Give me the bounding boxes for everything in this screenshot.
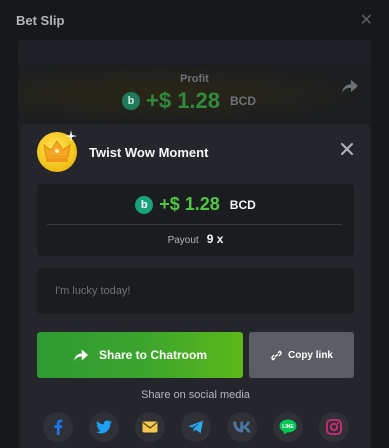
profit-row: b +$ 1.28 BCD <box>122 88 256 114</box>
share-twitter-button[interactable] <box>89 412 119 442</box>
copy-link-button[interactable]: Copy link <box>249 332 354 378</box>
svg-text:LINE: LINE <box>282 424 294 430</box>
copy-link-label: Copy link <box>287 349 333 361</box>
share-arrow-icon <box>73 349 88 362</box>
modal-header: Twist Wow Moment <box>37 130 208 174</box>
bet-slip-title: Bet Slip <box>16 12 65 28</box>
amount-row: b +$ 1.28 BCD <box>37 194 354 215</box>
win-amount: +$ 1.28 <box>159 194 220 214</box>
bcd-coin-icon: b <box>135 195 154 214</box>
share-message-input[interactable] <box>37 268 354 314</box>
share-arrow-icon[interactable] <box>341 78 359 94</box>
instagram-icon <box>326 419 342 435</box>
social-share-row: LINE <box>43 412 349 442</box>
link-icon <box>271 350 282 360</box>
profit-currency: BCD <box>230 94 257 108</box>
share-to-chatroom-button[interactable]: Share to Chatroom <box>37 332 243 378</box>
bet-slip-header: Bet Slip ✕ <box>0 0 389 40</box>
modal-title: Twist Wow Moment <box>89 144 209 160</box>
crown-badge-icon <box>37 130 77 172</box>
profit-label: Profit <box>180 73 209 85</box>
share-facebook-button[interactable] <box>43 412 73 442</box>
vk-icon <box>233 421 251 433</box>
profit-amount: +$ 1.28 <box>146 88 221 113</box>
line-icon: LINE <box>279 419 297 435</box>
share-modal: Twist Wow Moment b +$ 1.28 BCD Payout 9 … <box>21 124 370 448</box>
share-email-button[interactable] <box>135 412 165 442</box>
win-amount-panel: b +$ 1.28 BCD Payout 9 x <box>37 184 354 256</box>
payout-row: Payout 9 x <box>37 232 354 246</box>
bet-slip-close-icon[interactable]: ✕ <box>360 10 373 30</box>
twitter-icon <box>96 420 112 434</box>
modal-close-icon[interactable] <box>340 142 354 156</box>
share-line-button[interactable]: LINE <box>273 412 303 442</box>
payout-label: Payout <box>167 235 199 246</box>
email-icon <box>142 421 158 433</box>
share-to-chatroom-label: Share to Chatroom <box>98 348 207 362</box>
share-instagram-button[interactable] <box>319 412 349 442</box>
share-vk-button[interactable] <box>227 412 257 442</box>
facebook-icon <box>54 419 63 435</box>
bcd-coin-icon: b <box>122 92 140 110</box>
share-telegram-button[interactable] <box>181 412 211 442</box>
telegram-icon <box>188 420 203 434</box>
social-share-label: Share on social media <box>141 389 250 401</box>
payout-value: 9 x <box>206 232 224 246</box>
win-currency: BCD <box>229 197 256 212</box>
amount-divider <box>47 224 342 225</box>
